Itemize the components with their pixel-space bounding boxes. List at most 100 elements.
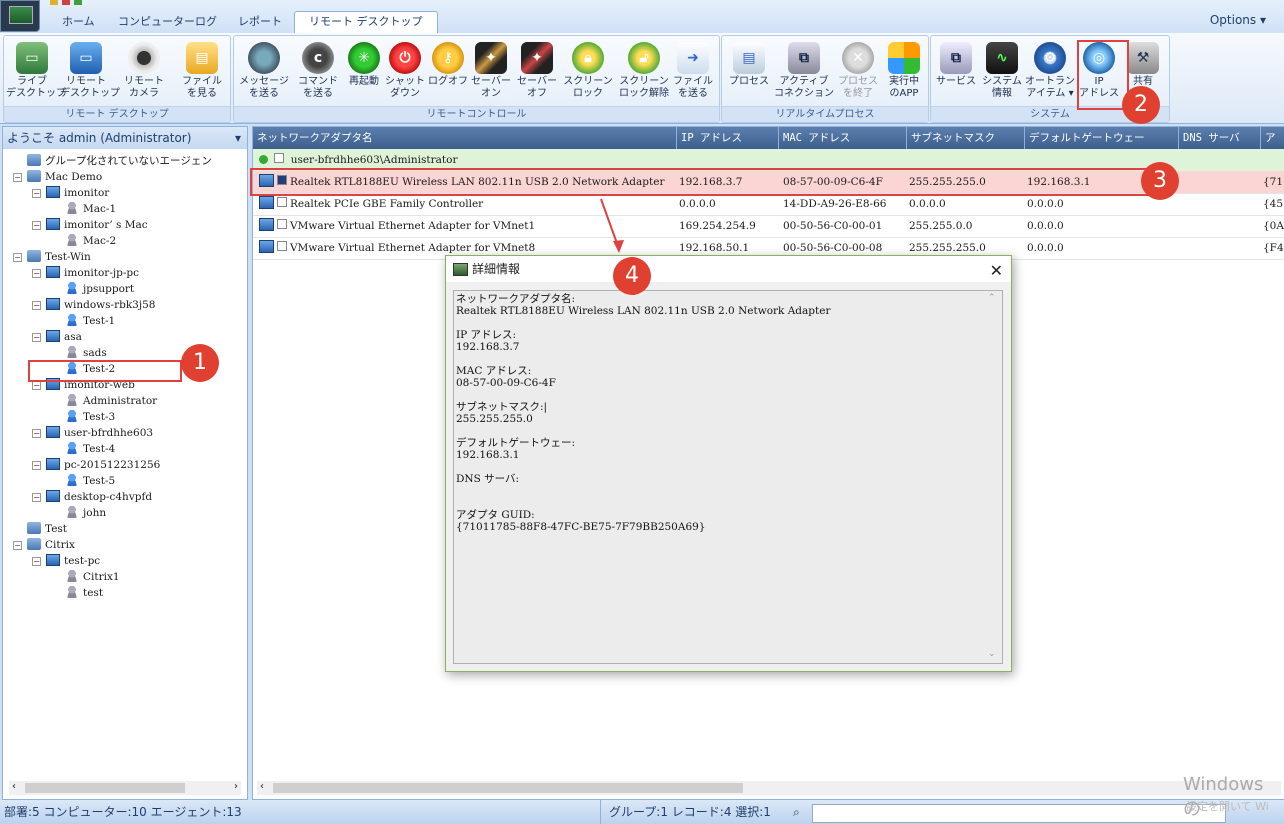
scroll-left-icon[interactable]: ‹: [260, 781, 264, 792]
tree-horizontal-scrollbar[interactable]: ‹ ›: [9, 781, 241, 795]
collapse-toggle-icon[interactable]: −: [32, 429, 41, 438]
tree-item[interactable]: pc-201512231256: [46, 457, 160, 473]
restart-button[interactable]: ✳ 再起動: [342, 40, 386, 106]
dropdown-arrow-icon[interactable]: ▾: [235, 127, 241, 149]
tab-home[interactable]: ホーム: [48, 12, 109, 32]
collapse-toggle-icon[interactable]: −: [32, 221, 41, 230]
tree-item[interactable]: Mac-2: [65, 233, 116, 249]
screensaver-off-button[interactable]: ✦ セーバー オフ: [512, 40, 562, 106]
collapse-toggle-icon[interactable]: −: [13, 253, 22, 262]
scrollbar-thumb[interactable]: [273, 783, 743, 793]
tree-item[interactable]: Test-1: [65, 313, 115, 329]
tree-item[interactable]: グループ化されていないエージェン: [27, 153, 212, 169]
tree-item[interactable]: Citrix: [27, 537, 75, 553]
tree-item[interactable]: Test: [27, 521, 67, 537]
row-checkbox[interactable]: [277, 197, 287, 207]
tree-item-label: Mac-1: [83, 203, 117, 215]
scrollbar-thumb[interactable]: [25, 783, 185, 793]
tree-item[interactable]: sads: [65, 345, 107, 361]
send-message-button[interactable]: メッセージ を送る: [236, 40, 292, 106]
process-button[interactable]: ▤ プロセス: [724, 40, 774, 106]
active-connection-button[interactable]: ⧉ アクティブ コネクション: [774, 40, 834, 106]
view-files-button[interactable]: ▤ ファイル を見る: [176, 40, 228, 106]
col-ip-address[interactable]: IP アドレス: [677, 127, 779, 149]
kill-process-button[interactable]: ✕ プロセス を終了: [832, 40, 884, 106]
tab-remote-desktop[interactable]: リモート デスクトップ: [294, 11, 438, 33]
tree-item[interactable]: Citrix1: [65, 569, 120, 585]
logoff-button[interactable]: ⚷ ログオフ: [426, 40, 470, 106]
services-button[interactable]: ⧉ サービス: [931, 40, 981, 106]
welcome-header[interactable]: ようこそ admin (Administrator) ▾: [3, 127, 247, 149]
shutdown-button[interactable]: ⏻ シャット ダウン: [382, 40, 428, 106]
tree-item[interactable]: imonitor: [46, 185, 109, 201]
options-menu[interactable]: Options ▾: [1210, 13, 1266, 27]
remote-camera-button[interactable]: リモート カメラ: [114, 40, 174, 106]
row-checkbox[interactable]: [277, 219, 287, 229]
col-dns-server[interactable]: DNS サーバ: [1179, 127, 1261, 149]
dialog-titlebar[interactable]: 詳細情報 ✕: [446, 256, 1011, 282]
tree-item[interactable]: Test-Win: [27, 249, 91, 265]
table-row[interactable]: Realtek PCIe GBE Family Controller 0.0.0.…: [253, 193, 1284, 216]
system-info-button[interactable]: ∿ システム 情報: [977, 40, 1027, 106]
app-menu-icon[interactable]: [0, 0, 40, 32]
collapse-toggle-icon[interactable]: −: [32, 269, 41, 278]
tree-item[interactable]: Test-5: [65, 473, 115, 489]
tree-item[interactable]: Mac-1: [65, 201, 116, 217]
scroll-down-icon[interactable]: ⌄: [988, 649, 996, 659]
search-icon[interactable]: ⌕: [793, 800, 800, 824]
send-command-button[interactable]: c コマンド を送る: [292, 40, 344, 106]
collapse-toggle-icon[interactable]: −: [32, 301, 41, 310]
quick-access-toolbar[interactable]: [46, 0, 106, 6]
tab-computer-log[interactable]: コンピューターログ: [104, 12, 231, 32]
collapse-toggle-icon[interactable]: −: [32, 557, 41, 566]
scroll-up-icon[interactable]: ⌃: [988, 293, 996, 303]
tree-item[interactable]: test-pc: [46, 553, 100, 569]
status-search-input[interactable]: [812, 804, 1226, 823]
collapse-toggle-icon[interactable]: −: [32, 189, 41, 198]
tree-item[interactable]: john: [65, 505, 106, 521]
col-subnet-mask[interactable]: サブネットマスク: [907, 127, 1025, 149]
collapse-toggle-icon[interactable]: −: [32, 381, 41, 390]
tab-report[interactable]: レポート: [224, 12, 296, 32]
screensaver-on-button[interactable]: ✦ セーバー オン: [466, 40, 516, 106]
screen-unlock-button[interactable]: 🔓︎ スクリーン ロック解除: [614, 40, 674, 106]
tree-item[interactable]: user-bfrdhhe603: [46, 425, 153, 441]
col-adapter-name[interactable]: ネットワークアダプタ名: [253, 127, 677, 149]
tree-item[interactable]: windows-rbk3j58: [46, 297, 155, 313]
close-icon[interactable]: ✕: [990, 258, 1003, 284]
collapse-toggle-icon[interactable]: −: [32, 333, 41, 342]
dialog-vertical-scrollbar[interactable]: ⌃ ⌄: [986, 293, 1000, 659]
tree-item[interactable]: test: [65, 585, 103, 601]
tree-item[interactable]: jpsupport: [65, 281, 134, 297]
tree-item[interactable]: Administrator: [65, 393, 157, 409]
collapse-icon[interactable]: [259, 155, 268, 164]
col-mac-address[interactable]: MAC アドレス: [779, 127, 907, 149]
tree-item[interactable]: imonitor-jp-pc: [46, 265, 139, 281]
cell-mac: 14-DD-A9-26-E8-66: [783, 193, 907, 215]
col-default-gateway[interactable]: デフォルトゲートウェー: [1025, 127, 1179, 149]
tree-item[interactable]: Test-3: [65, 409, 115, 425]
scroll-left-icon[interactable]: ‹: [12, 781, 16, 792]
screen-lock-button[interactable]: 🔒︎ スクリーン ロック: [560, 40, 616, 106]
live-desktop-button[interactable]: ▭ ライブ デスクトップ: [6, 40, 66, 106]
scroll-right-icon[interactable]: ›: [234, 781, 238, 792]
remote-desktop-button[interactable]: ▭ リモート デスクトップ: [60, 40, 120, 106]
autorun-items-button[interactable]: ⚙ オートラン アイテム ▾: [1023, 40, 1077, 106]
collapse-toggle-icon[interactable]: −: [13, 541, 22, 550]
tree-item[interactable]: desktop-c4hvpfd: [46, 489, 152, 505]
tree-item[interactable]: Test-4: [65, 441, 115, 457]
col-adapter-guid[interactable]: ア: [1261, 127, 1284, 149]
table-horizontal-scrollbar[interactable]: ‹: [257, 781, 1281, 795]
send-file-button[interactable]: ➜ ファイル を送る: [668, 40, 718, 106]
tree-item[interactable]: Mac Demo: [27, 169, 102, 185]
table-row[interactable]: VMware Virtual Ethernet Adapter for VMne…: [253, 215, 1284, 238]
collapse-toggle-icon[interactable]: −: [32, 461, 41, 470]
tree-item[interactable]: imonitor’ s Mac: [46, 217, 148, 233]
detail-textarea[interactable]: ネットワークアダプタ名: Realtek RTL8188EU Wireless …: [453, 290, 1003, 664]
tree-item[interactable]: asa: [46, 329, 82, 345]
group-checkbox[interactable]: [274, 153, 285, 163]
running-apps-button[interactable]: 実行中 のAPP: [880, 40, 928, 106]
collapse-toggle-icon[interactable]: −: [13, 173, 22, 182]
collapse-toggle-icon[interactable]: −: [32, 493, 41, 502]
row-checkbox[interactable]: [277, 241, 287, 251]
